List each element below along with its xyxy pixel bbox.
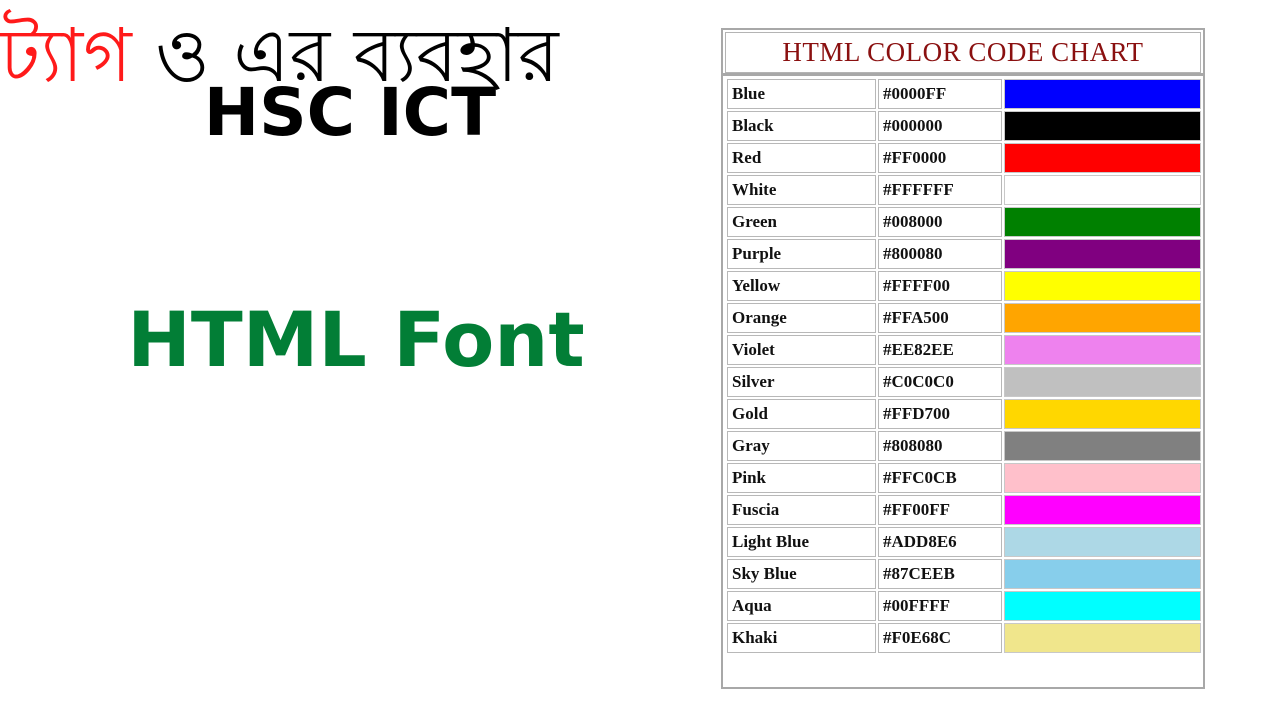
color-name: Pink <box>727 463 876 493</box>
color-hex-code: #800080 <box>878 239 1002 269</box>
color-row: Aqua #00FFFF <box>727 591 1201 621</box>
color-name: Aqua <box>727 591 876 621</box>
color-swatch-cell <box>1004 559 1201 589</box>
color-hex-code: #C0C0C0 <box>878 367 1002 397</box>
color-swatch-cell <box>1004 463 1201 493</box>
color-hex-code: #FFFFFF <box>878 175 1002 205</box>
color-name: Khaki <box>727 623 876 653</box>
color-swatch <box>1005 496 1200 524</box>
hsc-ict-heading: HSC ICT <box>203 74 497 151</box>
color-swatch <box>1005 112 1200 140</box>
color-name: Silver <box>727 367 876 397</box>
color-swatch <box>1005 560 1200 588</box>
color-swatch-cell <box>1004 495 1201 525</box>
color-name: Gold <box>727 399 876 429</box>
color-row: Light Blue #ADD8E6 <box>727 527 1201 557</box>
color-swatch <box>1005 464 1200 492</box>
color-name: Blue <box>727 79 876 109</box>
color-row: Khaki #F0E68C <box>727 623 1201 653</box>
color-swatch <box>1005 624 1200 652</box>
color-code-chart: HTML COLOR CODE CHART Blue #0000FF Black #0… <box>721 28 1205 689</box>
color-name: Orange <box>727 303 876 333</box>
color-hex-code: #0000FF <box>878 79 1002 109</box>
color-name: Fuscia <box>727 495 876 525</box>
color-row: Yellow #FFFF00 <box>727 271 1201 301</box>
color-row: Black #000000 <box>727 111 1201 141</box>
color-row: Orange #FFA500 <box>727 303 1201 333</box>
color-swatch-cell <box>1004 239 1201 269</box>
color-swatch <box>1005 336 1200 364</box>
color-hex-code: #FFC0CB <box>878 463 1002 493</box>
html-font-heading: HTML Font <box>127 295 585 384</box>
color-swatch <box>1005 80 1200 108</box>
color-swatch-cell <box>1004 79 1201 109</box>
color-swatch <box>1005 176 1200 204</box>
color-swatch <box>1005 304 1200 332</box>
color-swatch <box>1005 144 1200 172</box>
color-row: Blue #0000FF <box>727 79 1201 109</box>
color-row: Gold #FFD700 <box>727 399 1201 429</box>
color-name: Violet <box>727 335 876 365</box>
color-swatch-cell <box>1004 367 1201 397</box>
color-row: Violet #EE82EE <box>727 335 1201 365</box>
color-name: Purple <box>727 239 876 269</box>
color-hex-code: #FFA500 <box>878 303 1002 333</box>
color-swatch <box>1005 272 1200 300</box>
color-swatch-cell <box>1004 431 1201 461</box>
color-hex-code: #FF0000 <box>878 143 1002 173</box>
color-hex-code: #808080 <box>878 431 1002 461</box>
color-row: Red #FF0000 <box>727 143 1201 173</box>
color-swatch-cell <box>1004 527 1201 557</box>
color-hex-code: #FFD700 <box>878 399 1002 429</box>
color-swatch <box>1005 400 1200 428</box>
color-row: Silver #C0C0C0 <box>727 367 1201 397</box>
color-hex-code: #FFFF00 <box>878 271 1002 301</box>
color-swatch <box>1005 368 1200 396</box>
color-row: Green #008000 <box>727 207 1201 237</box>
color-name: Sky Blue <box>727 559 876 589</box>
color-name: Green <box>727 207 876 237</box>
color-swatch <box>1005 432 1200 460</box>
color-swatch-cell <box>1004 271 1201 301</box>
color-row: Pink #FFC0CB <box>727 463 1201 493</box>
color-name: Yellow <box>727 271 876 301</box>
color-swatch-cell <box>1004 207 1201 237</box>
chart-divider <box>723 73 1203 76</box>
color-hex-code: #FF00FF <box>878 495 1002 525</box>
color-name: White <box>727 175 876 205</box>
color-name: Red <box>727 143 876 173</box>
color-row: Purple #800080 <box>727 239 1201 269</box>
color-row: Gray #808080 <box>727 431 1201 461</box>
color-swatch-cell <box>1004 175 1201 205</box>
color-swatch <box>1005 592 1200 620</box>
color-hex-code: #F0E68C <box>878 623 1002 653</box>
color-swatch-cell <box>1004 335 1201 365</box>
color-hex-code: #008000 <box>878 207 1002 237</box>
color-swatch-cell <box>1004 303 1201 333</box>
color-swatch-cell <box>1004 623 1201 653</box>
color-swatch <box>1005 240 1200 268</box>
color-swatch <box>1005 528 1200 556</box>
color-row: White #FFFFFF <box>727 175 1201 205</box>
color-hex-code: #ADD8E6 <box>878 527 1002 557</box>
color-hex-code: #00FFFF <box>878 591 1002 621</box>
color-swatch-cell <box>1004 143 1201 173</box>
chart-title: HTML COLOR CODE CHART <box>725 32 1201 73</box>
color-name: Gray <box>727 431 876 461</box>
color-row: Fuscia #FF00FF <box>727 495 1201 525</box>
color-swatch <box>1005 208 1200 236</box>
color-swatch-cell <box>1004 399 1201 429</box>
color-hex-code: #EE82EE <box>878 335 1002 365</box>
color-table: Blue #0000FF Black #000000 Red #FF0000 White #F… <box>725 77 1203 655</box>
color-row: Sky Blue #87CEEB <box>727 559 1201 589</box>
color-name: Black <box>727 111 876 141</box>
color-swatch-cell <box>1004 111 1201 141</box>
color-name: Light Blue <box>727 527 876 557</box>
color-swatch-cell <box>1004 591 1201 621</box>
color-hex-code: #000000 <box>878 111 1002 141</box>
color-hex-code: #87CEEB <box>878 559 1002 589</box>
